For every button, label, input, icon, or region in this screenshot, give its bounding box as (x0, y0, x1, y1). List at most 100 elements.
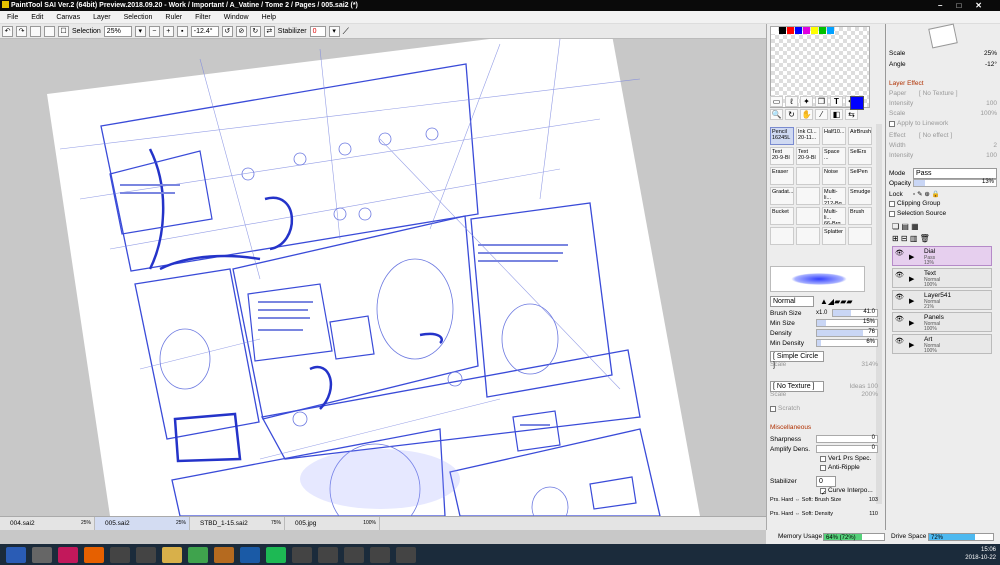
brush-slot[interactable]: Multi-li... 66-Brg (822, 207, 846, 225)
photoshop-icon[interactable] (240, 546, 260, 563)
rotate-ccw-icon[interactable]: ↺ (221, 25, 233, 37)
brush-slot[interactable] (796, 227, 820, 245)
rotate-cw-icon[interactable]: ↻ (249, 25, 261, 37)
navigator-thumbnail[interactable] (928, 23, 958, 49)
swatch-green[interactable] (819, 27, 826, 34)
line-tool-icon[interactable]: ⟋ (343, 26, 349, 37)
layer-item[interactable]: 👁 ▶ Layer541 Normal 21% (892, 290, 992, 310)
magic-wand-icon[interactable]: ✦ (800, 96, 813, 107)
brush-slot[interactable] (796, 167, 820, 185)
layer-item[interactable]: 👁 ▶ Panels Normal 100% (892, 312, 992, 332)
eyedropper-icon[interactable]: ⁄ (815, 109, 828, 120)
scratch-checkbox[interactable] (770, 405, 776, 412)
zoom-out-icon[interactable]: − (148, 25, 160, 37)
brush-slot[interactable]: Space ... (822, 147, 846, 165)
zoom-in-icon[interactable]: + (162, 25, 174, 37)
swatch-blue[interactable] (795, 27, 802, 34)
app-icon[interactable] (318, 546, 338, 563)
bridge-icon[interactable] (214, 546, 234, 563)
brush-slot[interactable]: Eraser (770, 167, 794, 185)
brush-slot[interactable]: Multi-li... 212-Bg (822, 187, 846, 205)
folder-icon[interactable] (162, 546, 182, 563)
brush-slot[interactable]: AirBrush (848, 127, 872, 145)
file-tab[interactable]: 005.jpg 100% (285, 517, 380, 530)
menu-ruler[interactable]: Ruler (165, 14, 182, 21)
spotify-icon[interactable] (266, 546, 286, 563)
selsource-checkbox[interactable] (889, 210, 895, 217)
brush-slot[interactable] (796, 187, 820, 205)
brush-slot[interactable]: Half10... (822, 127, 846, 145)
sharpness-slider[interactable]: 0 (816, 435, 878, 443)
layer-item[interactable]: 👁 ▶ Art Normal 100% (892, 334, 992, 354)
effect-select[interactable]: [ No effect ] (919, 132, 952, 139)
redo-icon[interactable]: ↷ (16, 25, 27, 37)
brush-slot[interactable] (848, 227, 872, 245)
brush-slot[interactable]: Ink Cl... 20-11... (796, 127, 820, 145)
file-tab[interactable]: 005.sai2 25% (95, 517, 190, 530)
layer-item[interactable]: 👁 ▶ Text Normal 100% (892, 268, 992, 288)
layer-buttons[interactable]: ❏ ▤ ▦ (892, 222, 919, 231)
brush-slot[interactable]: Brush (848, 207, 872, 225)
brush-size-slider[interactable]: 41.0 (832, 309, 878, 317)
swatch-cyan[interactable] (827, 27, 834, 34)
paper-select[interactable]: [ No Texture ] (919, 90, 958, 97)
menu-file[interactable]: File (7, 14, 18, 21)
app-icon[interactable] (396, 546, 416, 563)
app-icon[interactable] (110, 546, 130, 563)
angle-field[interactable]: -12.4° (190, 25, 219, 37)
copy-icon[interactable]: ❐ (815, 96, 828, 107)
brush-slot[interactable]: Text 20-9-Bl (796, 147, 820, 165)
selection-toggle[interactable]: ☐ (58, 25, 69, 37)
swap-icon[interactable]: ⇆ (845, 109, 858, 120)
lasso-icon[interactable]: ℓ (785, 96, 798, 107)
layer-item[interactable]: 👁 ▶ Dial Pass 13% (892, 246, 992, 266)
zoom-field[interactable]: 25% (103, 25, 132, 37)
invert-icon[interactable] (44, 25, 55, 37)
rotate-reset-icon[interactable]: ⊘ (235, 25, 247, 37)
file-icon[interactable] (32, 546, 52, 563)
brush-slot[interactable]: Gradat... (770, 187, 794, 205)
ver1-checkbox[interactable] (820, 455, 826, 462)
eye-icon[interactable]: 👁 (895, 315, 904, 323)
swatch-red[interactable] (787, 27, 794, 34)
rotate-tool-icon[interactable]: ↻ (785, 109, 798, 120)
menu-selection[interactable]: Selection (124, 14, 153, 21)
min-density-slider[interactable]: 6% (816, 339, 878, 347)
antiripple-checkbox[interactable] (820, 464, 826, 471)
app-icon[interactable] (344, 546, 364, 563)
system-tray[interactable]: 15:06 2018-10-22 (965, 546, 996, 562)
layer-buttons-2[interactable]: ⊞ ⊟ ▥ 🗑 (892, 234, 930, 243)
rect-select-icon[interactable]: ▭ (770, 96, 783, 107)
file-tab[interactable]: 004.sai2 25% (0, 517, 95, 530)
misc-heading[interactable]: Miscellaneous (770, 424, 811, 431)
zoom-down-icon[interactable]: ▾ (134, 25, 146, 37)
brush-slot[interactable]: SelPen (848, 167, 872, 185)
hand-icon[interactable]: ✋ (800, 109, 813, 120)
zoom-tool-icon[interactable]: 🔍 (770, 109, 783, 120)
brush-slot[interactable]: Noise (822, 167, 846, 185)
canvas-artwork[interactable] (0, 39, 766, 516)
blend-mode-select[interactable]: Normal (770, 296, 814, 307)
swatch-white[interactable] (771, 27, 778, 34)
min-size-slider[interactable]: 15% (816, 319, 878, 327)
eye-icon[interactable]: 👁 (895, 293, 904, 301)
deselect-icon[interactable] (30, 25, 41, 37)
amplify-slider[interactable]: 0 (816, 445, 878, 453)
menu-canvas[interactable]: Canvas (56, 14, 80, 21)
expand-arrow-icon[interactable]: ▶ (909, 319, 914, 327)
brush-slot[interactable]: Smudge (848, 187, 872, 205)
windows-icon[interactable] (6, 546, 26, 563)
brush-slot[interactable]: Text 20-9-Bl (770, 147, 794, 165)
curve-checkbox[interactable]: ✓ (820, 487, 826, 497)
brush-slot[interactable]: SelErs (848, 147, 872, 165)
eye-icon[interactable]: 👁 (895, 337, 904, 345)
eye-icon[interactable]: 👁 (895, 271, 904, 279)
layer-effect-heading[interactable]: Layer Effect (889, 80, 924, 87)
clipping-checkbox[interactable] (889, 200, 895, 207)
brush-shape-icons[interactable]: ▲◢▰▰▰ (820, 297, 853, 306)
zoom-fit-icon[interactable]: ▪ (176, 25, 188, 37)
opacity-slider[interactable]: 13% (913, 179, 997, 187)
menu-layer[interactable]: Layer (93, 14, 111, 21)
mode-select[interactable]: Pass (913, 168, 997, 179)
flip-icon[interactable]: ⇄ (263, 25, 275, 37)
